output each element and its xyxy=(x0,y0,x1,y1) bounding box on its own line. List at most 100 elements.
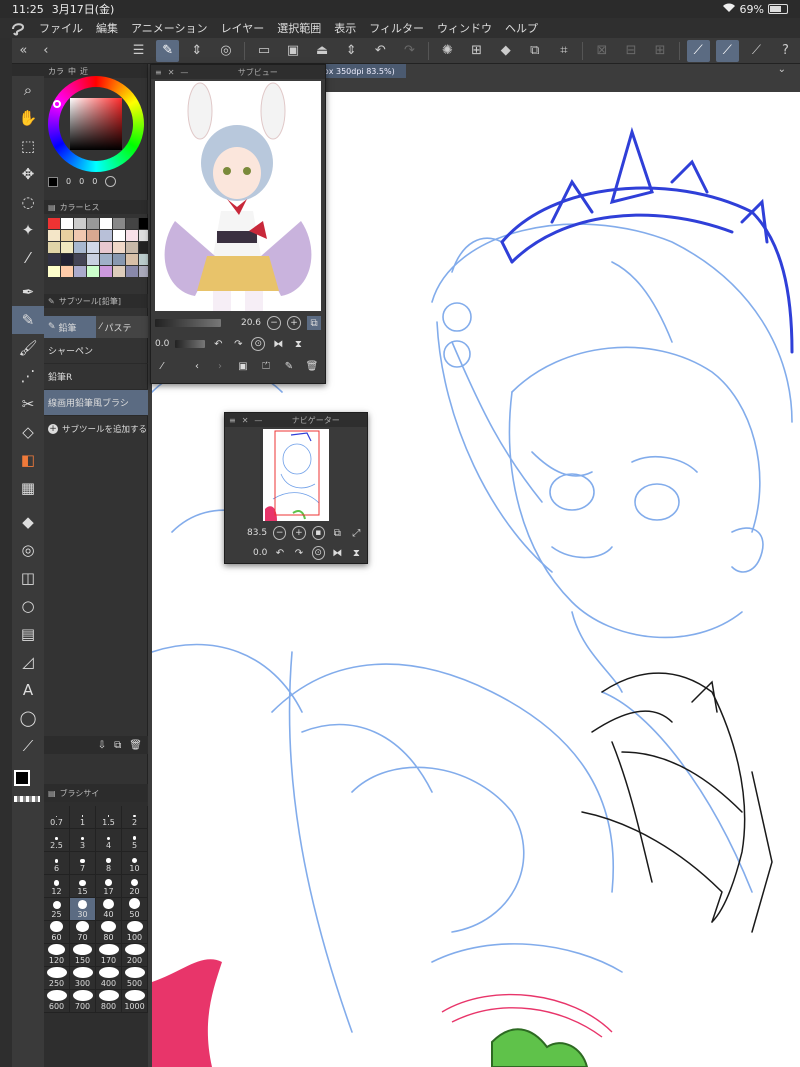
undo-icon[interactable]: ↶ xyxy=(369,40,392,62)
menu-selection[interactable]: 選択範囲 xyxy=(277,20,321,36)
menu-edit[interactable]: 編集 xyxy=(96,20,118,36)
magic-wand-tool-icon[interactable]: ✦ xyxy=(12,216,44,244)
add-subtool-button[interactable]: + サブツールを追加する xyxy=(44,416,148,442)
brush-size-option[interactable]: 170 xyxy=(96,944,122,967)
brush-size-option[interactable]: 25 xyxy=(44,898,70,921)
hand-tool-icon[interactable]: ✋ xyxy=(12,104,44,132)
eyedropper-tool-icon[interactable]: ⁄ xyxy=(12,244,44,272)
color-set-icon[interactable]: ▤ xyxy=(48,203,56,212)
intermediate-tab[interactable]: 中 xyxy=(68,66,76,77)
eyedropper-icon[interactable]: ⁄ xyxy=(155,359,169,373)
brush-size-option[interactable]: 6 xyxy=(44,852,70,875)
eraser-tool-icon[interactable]: ◇ xyxy=(12,418,44,446)
menu-file[interactable]: ファイル xyxy=(39,20,83,36)
clip-studio-logo-icon[interactable] xyxy=(10,20,26,36)
navigator-titlebar[interactable]: ≡ ✕ — ナビゲーター xyxy=(225,413,367,427)
color-swatch[interactable] xyxy=(48,218,60,229)
color-swatch[interactable] xyxy=(113,254,125,265)
color-swatch[interactable] xyxy=(61,266,73,277)
main-color-icon[interactable] xyxy=(14,770,30,786)
lasso-tool-icon[interactable]: ◌ xyxy=(12,188,44,216)
loading-icon[interactable]: ✺ xyxy=(436,40,459,62)
invert-selection-icon[interactable]: ⊟ xyxy=(619,40,642,62)
fill-window-icon[interactable]: ⤢ xyxy=(350,526,363,540)
panel-back-icon[interactable]: ‹ xyxy=(39,40,52,62)
zoom-out-icon[interactable]: − xyxy=(267,316,282,330)
color-swatch[interactable] xyxy=(74,242,86,253)
collapse-panel-icon[interactable]: « xyxy=(18,40,30,62)
color-wheel-tab[interactable]: カラ xyxy=(48,66,64,77)
color-swatch[interactable] xyxy=(113,230,125,241)
clip-studio-icon[interactable]: ◎ xyxy=(214,40,237,62)
brush-size-option[interactable]: 200 xyxy=(122,944,148,967)
color-swatch[interactable] xyxy=(74,254,86,265)
close-icon[interactable]: ✕ xyxy=(168,68,175,77)
navigator-zoom-value[interactable]: 83.5 xyxy=(247,528,267,538)
delete-subtool-icon[interactable]: 🗑 xyxy=(129,740,142,751)
brush-size-option[interactable]: 4 xyxy=(96,829,122,852)
color-swatch[interactable] xyxy=(74,266,86,277)
brush-size-option[interactable]: 3 xyxy=(70,829,96,852)
color-swatch[interactable] xyxy=(87,218,99,229)
color-swatch[interactable] xyxy=(87,242,99,253)
fill-tool-icon[interactable]: ◆ xyxy=(12,508,44,536)
open-folder-icon[interactable]: ▣ xyxy=(282,40,305,62)
special-ruler-snap-icon[interactable]: ⟋ xyxy=(715,39,739,62)
deselect-icon[interactable]: ⊠ xyxy=(590,40,613,62)
save-icon[interactable]: ⏏ xyxy=(311,40,334,62)
brush-tool-icon[interactable]: 🖌 xyxy=(12,334,44,362)
hue-marker[interactable] xyxy=(53,100,61,108)
flip-horizontal-icon[interactable]: ⧓ xyxy=(271,337,285,351)
redo-icon[interactable]: ↷ xyxy=(398,40,421,62)
help-icon[interactable]: ? xyxy=(774,40,797,62)
color-swatch[interactable] xyxy=(113,242,125,253)
brush-size-option[interactable]: 500 xyxy=(122,967,148,990)
ruler-snap-icon[interactable]: ⟋ xyxy=(686,39,710,62)
hamburger-menu-icon[interactable]: ☰ xyxy=(127,40,150,62)
color-swatch-main[interactable] xyxy=(12,768,44,796)
figure-tool-icon[interactable]: ○ xyxy=(12,592,44,620)
balloon-tool-icon[interactable]: ◯ xyxy=(12,704,44,732)
zoom-in-icon[interactable]: + xyxy=(287,316,302,330)
subview-rotate-slider[interactable] xyxy=(175,340,206,348)
window-menu-icon[interactable]: ≡ xyxy=(155,68,162,77)
brush-size-tab[interactable]: ブラシサイ xyxy=(60,788,100,799)
close-icon[interactable]: ✕ xyxy=(242,416,249,425)
transparent-color-icon[interactable] xyxy=(14,796,40,802)
correct-line-tool-icon[interactable]: ⟋ xyxy=(12,732,44,760)
brush-size-option[interactable]: 1.5 xyxy=(96,806,122,829)
reset-rotation-icon[interactable]: ⊙ xyxy=(311,546,325,560)
previous-image-icon[interactable]: ‹ xyxy=(190,359,204,373)
brush-size-option[interactable]: 8 xyxy=(96,852,122,875)
color-swatch[interactable] xyxy=(48,242,60,253)
brush-size-option[interactable]: 100 xyxy=(122,921,148,944)
actual-size-icon[interactable]: ▪ xyxy=(311,526,325,540)
navigator-rotate-value[interactable]: 0.0 xyxy=(253,548,267,558)
brush-size-option[interactable]: 150 xyxy=(70,944,96,967)
subtool-item-pencil-r[interactable]: 鉛筆R xyxy=(44,364,148,390)
color-swatch[interactable] xyxy=(87,254,99,265)
zoom-tool-icon[interactable]: ⌕ xyxy=(12,76,44,104)
subview-zoom-value[interactable]: 20.6 xyxy=(241,318,261,328)
color-mode-icon[interactable] xyxy=(105,176,117,187)
color-swatch[interactable] xyxy=(48,230,60,241)
blend-tool-icon[interactable]: ◧ xyxy=(12,446,44,474)
brush-size-option[interactable]: 250 xyxy=(44,967,70,990)
brush-size-option[interactable]: 20 xyxy=(122,875,148,898)
brush-size-panel-icon[interactable]: ▤ xyxy=(48,789,56,798)
brush-size-option[interactable]: 15 xyxy=(70,875,96,898)
flip-vertical-icon[interactable]: ⧗ xyxy=(291,337,305,351)
subview-zoom-slider[interactable] xyxy=(155,319,221,327)
color-swatch[interactable] xyxy=(126,242,138,253)
grid-tool-icon[interactable]: ▦ xyxy=(12,474,44,502)
subview-titlebar[interactable]: ≡ ✕ — サブビュー xyxy=(151,65,325,79)
brush-size-option[interactable]: 120 xyxy=(44,944,70,967)
subtool-group-pencil[interactable]: ✎ 鉛筆 xyxy=(44,316,96,338)
move-tool-icon[interactable]: ✥ xyxy=(12,160,44,188)
menu-view[interactable]: 表示 xyxy=(334,20,356,36)
navigator-preview[interactable] xyxy=(263,429,329,521)
color-swatch[interactable] xyxy=(126,254,138,265)
decoration-tool-icon[interactable]: ✂ xyxy=(12,390,44,418)
canvas-menu-chevron-icon[interactable]: ⌄ xyxy=(778,64,786,75)
toggle-updown-icon-2[interactable]: ⇕ xyxy=(340,40,363,62)
